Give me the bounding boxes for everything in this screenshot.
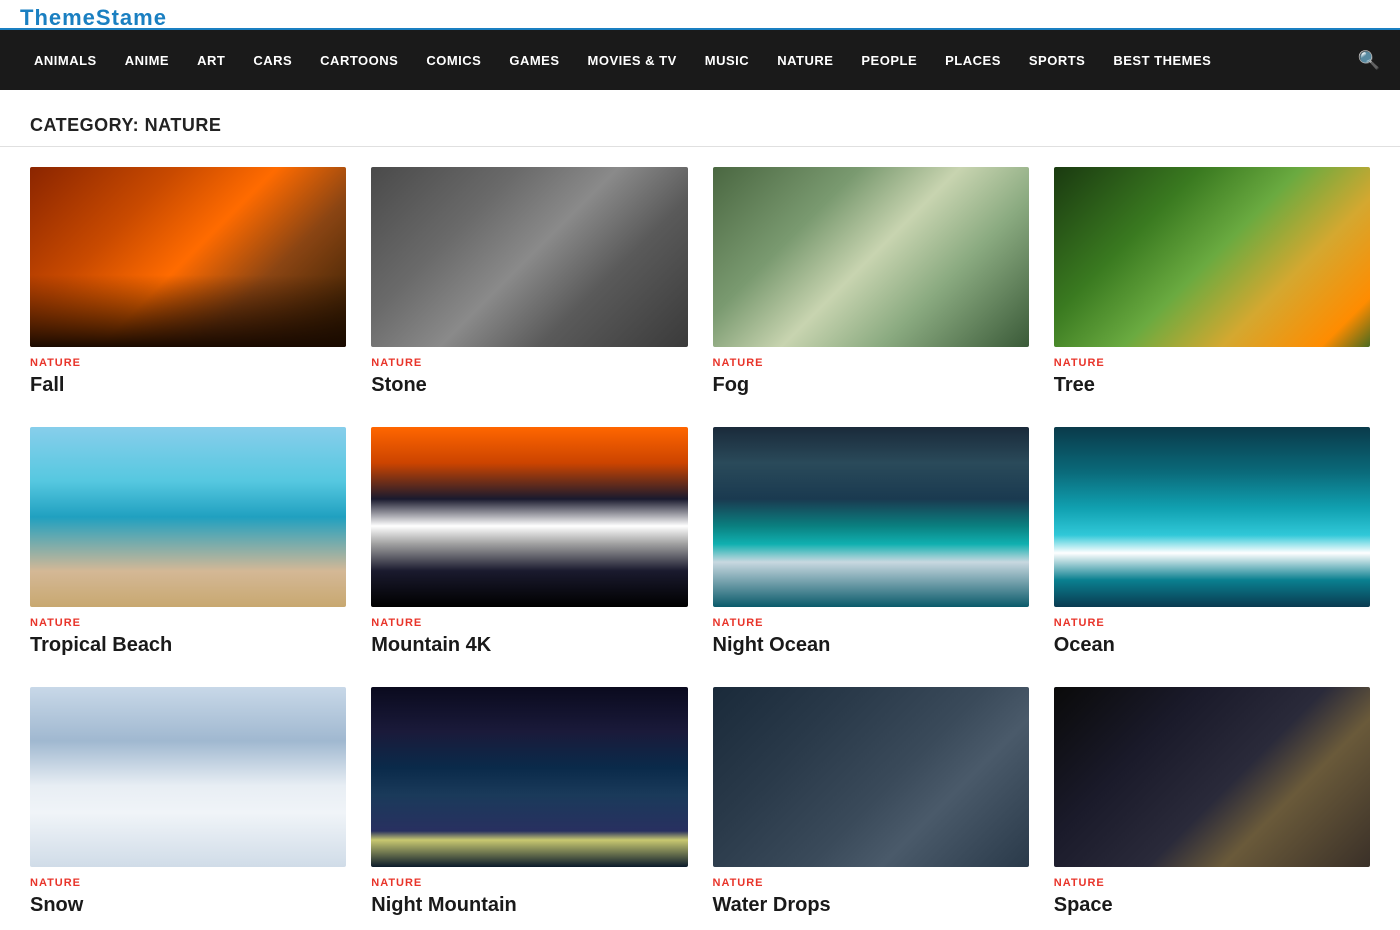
card-image[interactable] (713, 687, 1029, 867)
card-image[interactable] (1054, 427, 1370, 607)
card: NATURE Stone (371, 167, 687, 397)
card-image[interactable] (713, 167, 1029, 347)
nav-link[interactable]: CARTOONS (306, 33, 412, 88)
card-category: NATURE (713, 357, 1029, 369)
nav-item: CARS (239, 33, 306, 88)
nav-item: COMICS (412, 33, 495, 88)
card-category: NATURE (30, 357, 346, 369)
card: NATURE Fog (713, 167, 1029, 397)
nav-link[interactable]: CARS (239, 33, 306, 88)
card-title[interactable]: Tree (1054, 374, 1370, 397)
card-title[interactable]: Mountain 4K (371, 634, 687, 657)
card: NATURE Space (1054, 687, 1370, 917)
nav-bar: ANIMALSANIMEARTCARSCARTOONSCOMICSGAMESMO… (0, 30, 1400, 90)
nav-item: BEST THEMES (1099, 33, 1225, 88)
card-category: NATURE (371, 617, 687, 629)
card: NATURE Ocean (1054, 427, 1370, 657)
card-category: NATURE (371, 877, 687, 889)
card: NATURE Mountain 4K (371, 427, 687, 657)
cards-grid: NATURE Fall NATURE Stone NATURE Fog NATURE Tree… (0, 167, 1400, 917)
card-category: NATURE (1054, 877, 1370, 889)
logo[interactable]: ThemeStame (20, 5, 167, 30)
card-title[interactable]: Space (1054, 894, 1370, 917)
card-title[interactable]: Fog (713, 374, 1029, 397)
card-image[interactable] (30, 167, 346, 347)
nav-link[interactable]: PLACES (931, 33, 1015, 88)
card-image[interactable] (1054, 167, 1370, 347)
card-title[interactable]: Water Drops (713, 894, 1029, 917)
card: NATURE Night Ocean (713, 427, 1029, 657)
nav-item: NATURE (763, 33, 847, 88)
card-category: NATURE (30, 617, 346, 629)
card-title[interactable]: Snow (30, 894, 346, 917)
card-category: NATURE (30, 877, 346, 889)
nav-item: ANIMALS (20, 33, 111, 88)
card: NATURE Night Mountain (371, 687, 687, 917)
nav-link[interactable]: COMICS (412, 33, 495, 88)
card-image[interactable] (371, 167, 687, 347)
card-image[interactable] (1054, 687, 1370, 867)
card-image[interactable] (30, 427, 346, 607)
nav-link[interactable]: ANIME (111, 33, 183, 88)
nav-link[interactable]: GAMES (495, 33, 573, 88)
nav-link[interactable]: ANIMALS (20, 33, 111, 88)
nav-link[interactable]: BEST THEMES (1099, 33, 1225, 88)
logo-bar: ThemeStame (0, 0, 1400, 30)
card: NATURE Tropical Beach (30, 427, 346, 657)
card-image[interactable] (713, 427, 1029, 607)
nav-item: SPORTS (1015, 33, 1099, 88)
card-title[interactable]: Fall (30, 374, 346, 397)
nav-links: ANIMALSANIMEARTCARSCARTOONSCOMICSGAMESMO… (20, 33, 1225, 88)
card: NATURE Water Drops (713, 687, 1029, 917)
nav-item: CARTOONS (306, 33, 412, 88)
nav-link[interactable]: PEOPLE (847, 33, 931, 88)
nav-item: PEOPLE (847, 33, 931, 88)
card-image[interactable] (30, 687, 346, 867)
nav-link[interactable]: MOVIES & TV (574, 33, 691, 88)
card-title[interactable]: Stone (371, 374, 687, 397)
card-category: NATURE (371, 357, 687, 369)
search-icon[interactable]: 🔍 (1358, 50, 1380, 71)
nav-link[interactable]: SPORTS (1015, 33, 1099, 88)
card-category: NATURE (1054, 357, 1370, 369)
card-image[interactable] (371, 427, 687, 607)
category-heading: CATEGORY: NATURE (0, 90, 1400, 147)
nav-link[interactable]: ART (183, 33, 239, 88)
card-title[interactable]: Night Mountain (371, 894, 687, 917)
card: NATURE Snow (30, 687, 346, 917)
card: NATURE Tree (1054, 167, 1370, 397)
card: NATURE Fall (30, 167, 346, 397)
card-title[interactable]: Night Ocean (713, 634, 1029, 657)
nav-item: GAMES (495, 33, 573, 88)
nav-item: ART (183, 33, 239, 88)
nav-link[interactable]: NATURE (763, 33, 847, 88)
card-title[interactable]: Tropical Beach (30, 634, 346, 657)
card-title[interactable]: Ocean (1054, 634, 1370, 657)
nav-item: MUSIC (691, 33, 763, 88)
card-category: NATURE (1054, 617, 1370, 629)
nav-item: ANIME (111, 33, 183, 88)
nav-item: PLACES (931, 33, 1015, 88)
nav-link[interactable]: MUSIC (691, 33, 763, 88)
nav-item: MOVIES & TV (574, 33, 691, 88)
card-category: NATURE (713, 877, 1029, 889)
card-category: NATURE (713, 617, 1029, 629)
card-image[interactable] (371, 687, 687, 867)
